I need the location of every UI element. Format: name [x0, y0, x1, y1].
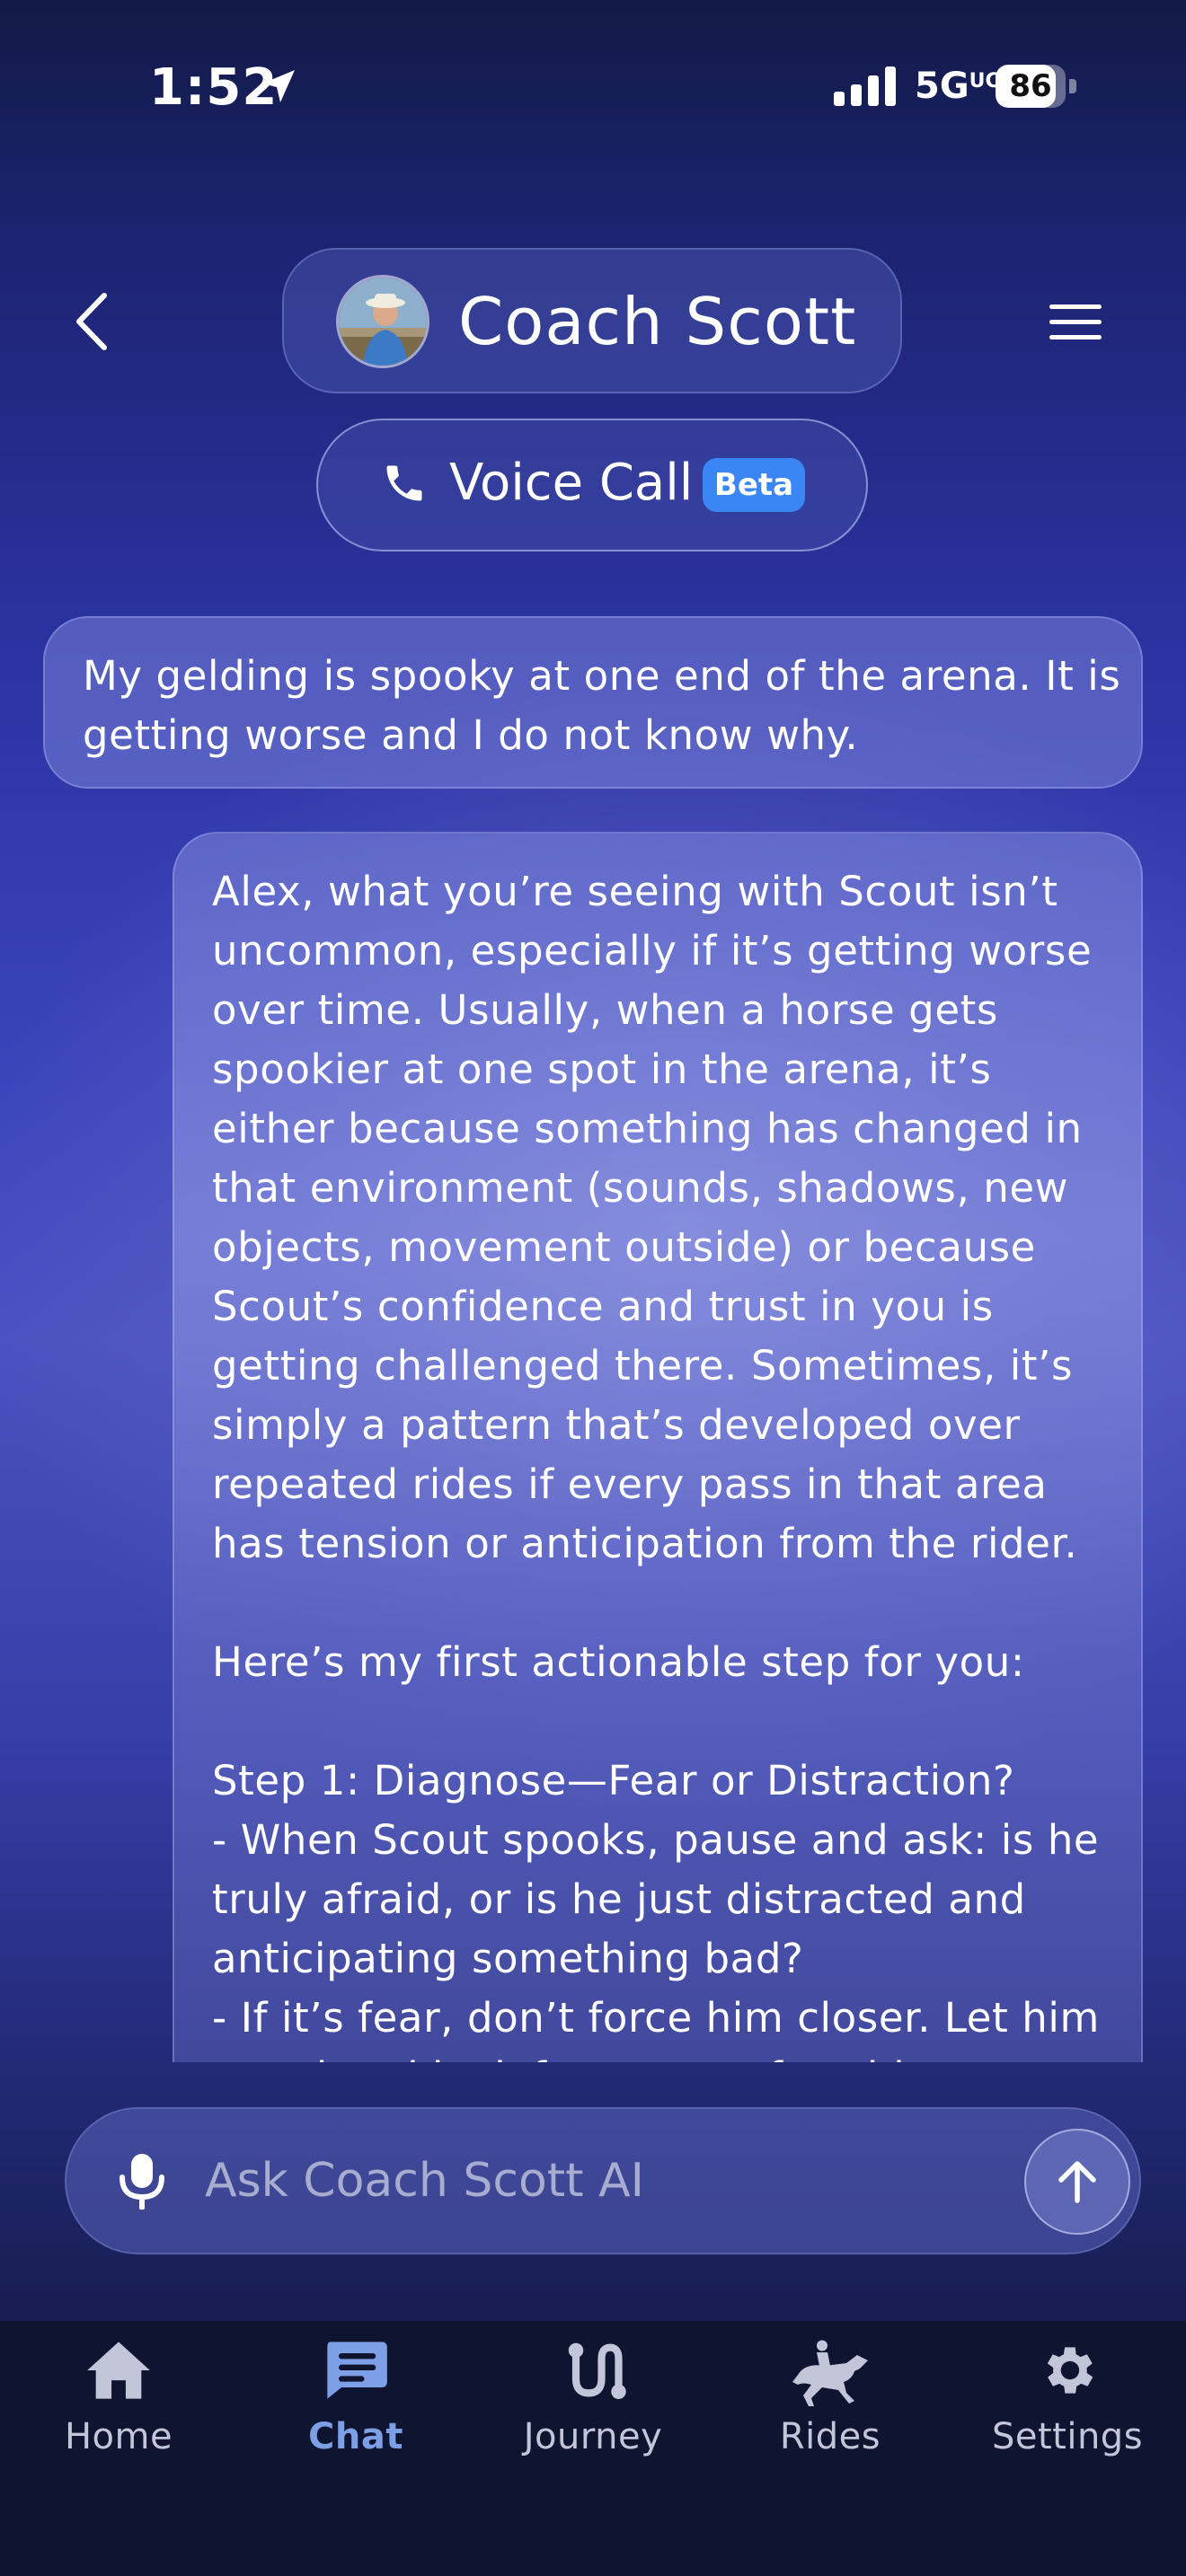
coach-paragraph: Here’s my first actionable step for you:	[212, 1638, 1025, 1686]
user-message-text: My gelding is spooky at one end of the a…	[83, 652, 1121, 759]
coach-paragraph: Alex, what you’re seeing with Scout isn’…	[212, 868, 1093, 1567]
coach-name: Coach Scott	[458, 284, 857, 359]
coach-step-bullet: - When Scout spooks, pause and ask: is h…	[212, 1816, 1100, 1982]
horse-rider-icon	[792, 2340, 868, 2406]
tab-rides[interactable]: Rides	[731, 2339, 929, 2474]
home-icon	[87, 2342, 150, 2399]
hamburger-menu-icon	[1049, 304, 1102, 340]
coach-message-text: Alex, what you’re seeing with Scout isn’…	[212, 862, 1120, 2062]
tab-label: Chat	[308, 2416, 403, 2457]
phone-icon	[386, 465, 422, 501]
chat-icon	[327, 2342, 387, 2399]
location-arrow-icon	[262, 70, 295, 102]
gear-icon	[1047, 2347, 1093, 2394]
menu-button[interactable]	[1042, 289, 1109, 356]
tab-chat[interactable]: Chat	[257, 2339, 455, 2474]
tab-label: Rides	[779, 2416, 881, 2457]
coach-step-title: Step 1: Diagnose—Fear or Distraction?	[212, 1757, 1015, 1804]
battery-indicator: 86	[996, 65, 1076, 108]
journey-icon	[568, 2342, 626, 2399]
microphone-icon[interactable]	[115, 2152, 169, 2210]
chevron-left-icon	[76, 293, 107, 350]
tab-home[interactable]: Home	[20, 2339, 217, 2474]
voice-call-label: Voice Call	[449, 454, 694, 512]
network-indicator: 5GUC	[915, 66, 1000, 107]
tab-journey[interactable]: Journey	[494, 2339, 692, 2474]
back-button[interactable]	[63, 287, 120, 356]
send-button[interactable]	[1024, 2129, 1130, 2235]
battery-level: 86	[1009, 68, 1052, 104]
arrow-up-icon	[1058, 2161, 1096, 2203]
beta-badge: Beta	[703, 458, 805, 512]
tab-label: Settings	[991, 2416, 1144, 2457]
cellular-signal-icon	[834, 66, 896, 106]
tab-label: Home	[64, 2416, 173, 2457]
ask-input[interactable]	[205, 2136, 996, 2226]
tab-settings[interactable]: Settings	[969, 2339, 1166, 2474]
coach-avatar	[336, 275, 429, 368]
coach-step-bullet: - If it’s fear, don’t force him closer. …	[212, 1994, 1100, 2062]
tab-label: Journey	[523, 2416, 663, 2457]
chat-scroll-area[interactable]: My gelding is spooky at one end of the a…	[0, 593, 1186, 2062]
